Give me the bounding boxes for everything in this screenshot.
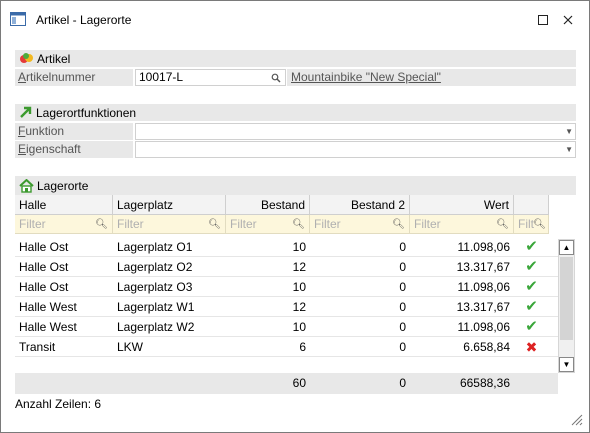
chevron-down-icon[interactable]: ▼ xyxy=(565,124,573,139)
column-header-bestand[interactable]: Bestand xyxy=(226,195,310,215)
scrollbar-thumb[interactable] xyxy=(560,257,573,340)
artikelnummer-label: Artikelnummer xyxy=(15,69,133,86)
cell-bestand2: 0 xyxy=(399,320,406,334)
cell-bestand2: 0 xyxy=(399,240,406,254)
eigenschaft-dropdown[interactable]: ▼ xyxy=(135,141,576,158)
filter-status[interactable]: Filt 🔍︎ xyxy=(514,215,549,234)
cell-halle: Halle West xyxy=(19,320,77,334)
column-header-status[interactable] xyxy=(514,195,549,215)
checkmark-icon: ✔ xyxy=(525,318,538,335)
chevron-down-icon[interactable]: ▼ xyxy=(565,142,573,157)
table-row[interactable]: Halle Ost Lagerplatz O3 10 0 11.098,06 ✔ xyxy=(15,277,558,297)
search-icon[interactable]: 🔍︎ xyxy=(208,215,221,233)
cell-lagerplatz: Lagerplatz O2 xyxy=(117,260,193,274)
checkmark-icon: ✔ xyxy=(525,278,538,295)
cell-bestand: 12 xyxy=(292,260,306,274)
close-button[interactable] xyxy=(554,9,582,31)
filter-bestand[interactable]: Filter 🔍︎ xyxy=(226,215,310,234)
cell-lagerplatz: LKW xyxy=(117,340,144,354)
cell-wert: 11.098,06 xyxy=(457,240,511,254)
cell-halle: Halle Ost xyxy=(19,240,69,254)
total-bestand: 60 xyxy=(292,376,306,390)
lagerorte-section-label: Lagerorte xyxy=(37,178,89,193)
search-icon[interactable] xyxy=(271,73,281,83)
close-icon xyxy=(563,15,573,25)
eigenschaft-label: Eigenschaft xyxy=(15,141,133,158)
cell-lagerplatz: Lagerplatz O1 xyxy=(117,240,193,254)
cell-halle: Halle West xyxy=(19,300,77,314)
artikel-section-label: Artikel xyxy=(37,51,71,66)
column-header-lagerplatz[interactable]: Lagerplatz xyxy=(113,195,226,215)
window: Artikel - Lagerorte Artikel Artikelnumme… xyxy=(0,0,590,433)
filter-halle[interactable]: Filter 🔍︎ xyxy=(15,215,113,234)
cell-bestand: 10 xyxy=(292,280,306,294)
cell-lagerplatz: Lagerplatz W2 xyxy=(117,320,195,334)
filter-bestand2[interactable]: Filter 🔍︎ xyxy=(310,215,410,234)
lagerortfunktionen-section-header: Lagerortfunktionen xyxy=(15,104,576,121)
title-bar: Artikel - Lagerorte xyxy=(1,1,589,38)
resize-grip-icon[interactable] xyxy=(571,414,583,426)
funktion-dropdown[interactable]: ▼ xyxy=(135,123,576,140)
cell-bestand: 10 xyxy=(292,320,306,334)
scroll-down-icon[interactable]: ▼ xyxy=(559,357,574,372)
error-x-icon: ✖ xyxy=(525,339,538,355)
cell-bestand2: 0 xyxy=(399,280,406,294)
cell-halle: Halle Ost xyxy=(19,280,69,294)
table-row[interactable]: Halle Ost Lagerplatz O2 12 0 13.317,67 ✔ xyxy=(15,257,558,277)
search-icon[interactable]: 🔍︎ xyxy=(392,215,405,233)
cell-halle: Transit xyxy=(19,340,56,354)
cell-bestand: 12 xyxy=(292,300,306,314)
search-icon[interactable]: 🔍︎ xyxy=(533,215,546,233)
totals-row: 60 0 66588,36 xyxy=(15,373,558,394)
cell-wert: 13.317,67 xyxy=(456,300,510,314)
table-row[interactable]: Halle West Lagerplatz W1 12 0 13.317,67 … xyxy=(15,297,558,317)
cell-wert: 13.317,67 xyxy=(456,260,510,274)
maximize-icon xyxy=(538,15,548,25)
window-title: Artikel - Lagerorte xyxy=(36,13,132,27)
checkmark-icon: ✔ xyxy=(525,298,538,315)
cell-halle: Halle Ost xyxy=(19,260,69,274)
table-row[interactable]: Transit LKW 6 0 6.658,84 ✖ xyxy=(15,337,558,357)
column-header-bestand2[interactable]: Bestand 2 xyxy=(310,195,410,215)
cell-lagerplatz: Lagerplatz W1 xyxy=(117,300,195,314)
cell-wert: 6.658,84 xyxy=(463,340,510,354)
checkmark-icon: ✔ xyxy=(525,238,538,255)
cell-bestand: 6 xyxy=(299,340,306,354)
column-header-wert[interactable]: Wert xyxy=(410,195,514,215)
scroll-up-icon[interactable]: ▲ xyxy=(559,240,574,255)
table-row[interactable]: Halle Ost Lagerplatz O1 10 0 11.098,06 ✔ xyxy=(15,237,558,257)
search-icon[interactable]: 🔍︎ xyxy=(292,215,305,233)
checkmark-icon: ✔ xyxy=(525,258,538,275)
artikel-description-area: Mountainbike "New Special" xyxy=(287,69,576,86)
lagerorte-grid: Halle Lagerplatz Bestand Bestand 2 Wert … xyxy=(15,195,576,395)
cell-bestand: 10 xyxy=(292,240,306,254)
warehouse-icon xyxy=(19,178,34,193)
lagerortfunktionen-section-label: Lagerortfunktionen xyxy=(36,105,137,120)
cell-wert: 11.098,06 xyxy=(457,280,511,294)
green-arrow-icon xyxy=(20,106,32,118)
cell-lagerplatz: Lagerplatz O3 xyxy=(117,280,193,294)
table-row[interactable]: Halle West Lagerplatz W2 10 0 11.098,06 … xyxy=(15,317,558,337)
row-count-label: Anzahl Zeilen: 6 xyxy=(15,397,102,411)
funktion-label: Funktion xyxy=(15,123,133,140)
artikel-description-link[interactable]: Mountainbike "New Special" xyxy=(291,70,441,84)
total-bestand2: 0 xyxy=(399,376,406,390)
filter-wert[interactable]: Filter 🔍︎ xyxy=(410,215,514,234)
column-header-halle[interactable]: Halle xyxy=(15,195,113,215)
cell-bestand2: 0 xyxy=(399,340,406,354)
maximize-button[interactable] xyxy=(529,9,557,31)
cell-bestand2: 0 xyxy=(399,300,406,314)
filter-lagerplatz[interactable]: Filter 🔍︎ xyxy=(113,215,226,234)
artikel-section-header: Artikel xyxy=(15,50,576,67)
search-icon[interactable]: 🔍︎ xyxy=(496,215,509,233)
cell-bestand2: 0 xyxy=(399,260,406,274)
artikel-icon xyxy=(20,53,33,63)
total-wert: 66588,36 xyxy=(459,376,510,390)
app-window-icon xyxy=(10,12,26,26)
artikelnummer-input[interactable]: 10017-L xyxy=(135,69,286,86)
vertical-scrollbar[interactable]: ▲ ▼ xyxy=(558,239,575,373)
cell-wert: 11.098,06 xyxy=(457,320,511,334)
search-icon[interactable]: 🔍︎ xyxy=(95,215,108,233)
lagerorte-section-header: Lagerorte xyxy=(15,176,576,195)
